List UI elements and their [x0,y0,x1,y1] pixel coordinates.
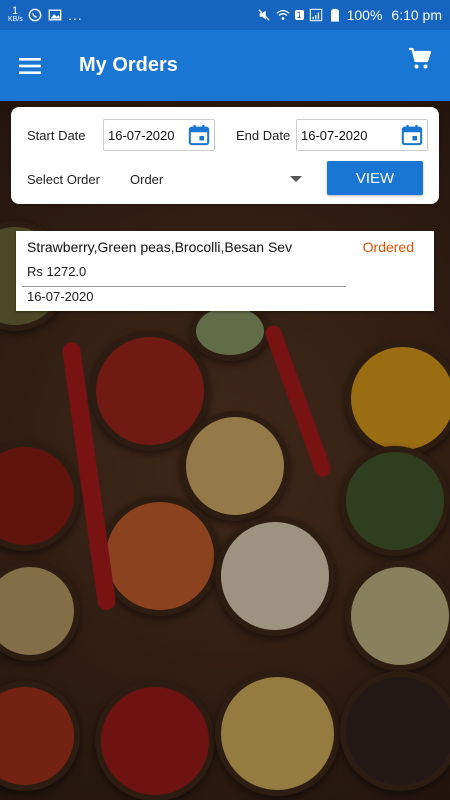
divider [22,286,346,287]
clock: 6:10 pm [391,7,442,23]
app-bar: My Orders [0,30,450,101]
order-items: Strawberry,Green peas,Brocolli,Besan Sev [27,239,293,255]
start-date-value: 16-07-2020 [108,127,175,143]
shopping-cart-icon[interactable] [390,30,450,101]
start-date-label: Start Date [27,128,86,143]
gallery-icon [48,9,62,21]
order-date: 16-07-2020 [27,289,94,304]
end-date-value: 16-07-2020 [301,127,368,143]
order-status-badge: Ordered [362,239,414,255]
order-amount: Rs 1272.0 [27,264,87,279]
signal-icon [309,8,322,22]
calendar-icon[interactable] [188,124,210,146]
view-button[interactable]: VIEW [327,161,423,195]
end-date-label: End Date [236,128,291,143]
network-speed: 1 KB/s [8,4,23,23]
hamburger-menu-icon[interactable] [0,30,60,101]
calendar-icon[interactable] [401,124,423,146]
page-title: My Orders [79,54,178,76]
chevron-down-icon [290,176,302,182]
mute-icon [257,9,270,21]
spices-background-image [0,101,450,800]
battery-percent: 100% [346,7,383,23]
select-order-label: Select Order [27,172,100,187]
filter-card: Start Date 16-07-2020 End Date 16-07-202… [11,107,439,204]
order-type-dropdown[interactable]: Order [130,167,308,191]
status-bar: 1 KB/s ... 1 100% 6:10 pm [0,0,450,30]
end-date-field[interactable]: 16-07-2020 [296,119,428,151]
battery-icon [330,8,339,22]
order-list-item[interactable]: Strawberry,Green peas,Brocolli,Besan Sev… [16,231,434,311]
wifi-icon [276,9,290,20]
start-date-field[interactable]: 16-07-2020 [103,119,215,151]
sim-badge: 1 [294,10,304,20]
whatsapp-icon [28,8,42,22]
dropdown-value: Order [130,171,164,187]
more-notifications: ... [68,7,83,23]
